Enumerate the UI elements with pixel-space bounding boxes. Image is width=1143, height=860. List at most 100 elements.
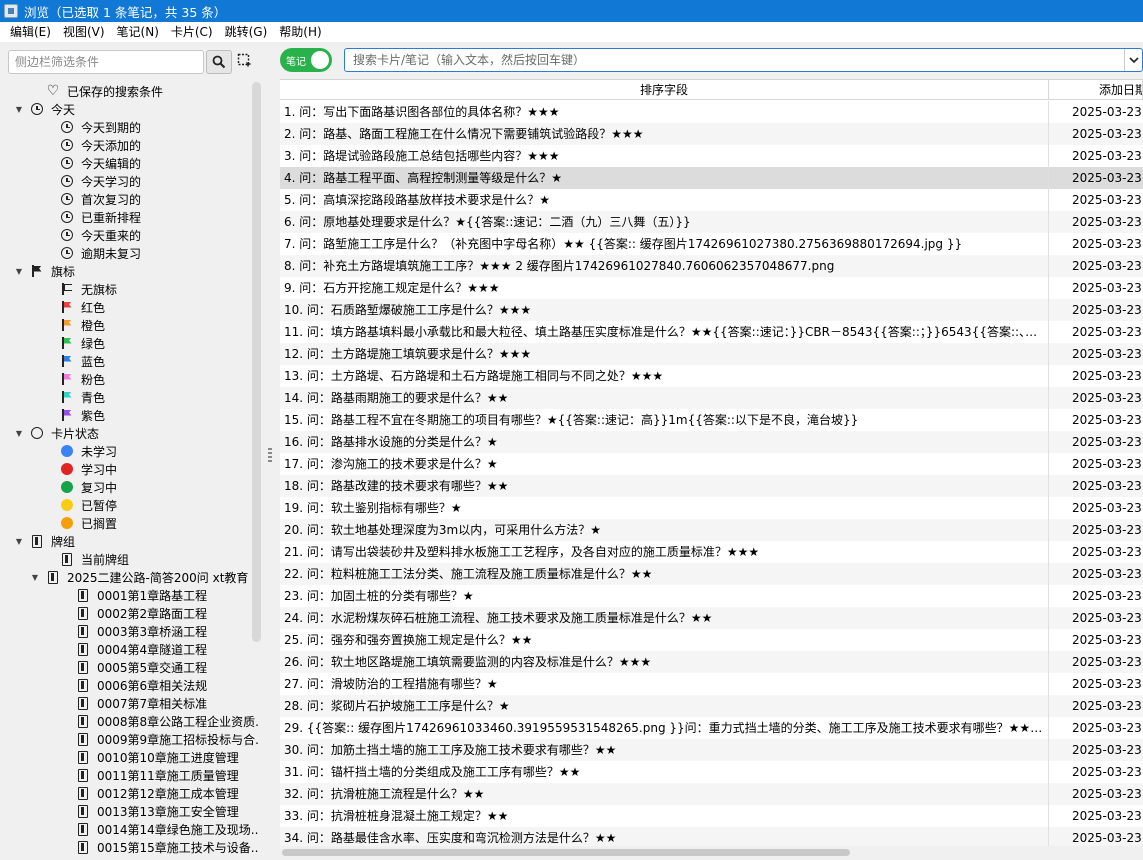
sidebar-item-22[interactable]: 复习中 [60, 478, 117, 496]
expand-arrow-icon[interactable]: ▼ [14, 266, 24, 276]
table-row[interactable]: 32. 问：抗滑桩施工流程是什么？★★ 2025-03-23 [280, 783, 1143, 805]
horizontal-scrollbar[interactable] [280, 846, 1143, 858]
sidebar-item-33[interactable]: 0006第6章相关法规 [76, 676, 207, 694]
sidebar-item-38[interactable]: 0011第11章施工质量管理 [76, 766, 239, 784]
sidebar-item-20[interactable]: 未学习 [60, 442, 117, 460]
table-row[interactable]: 5. 问：高填深挖路段路基放样技术要求是什么？★ 2025-03-23 [280, 189, 1143, 211]
sidebar-item-11[interactable]: 无旗标 [60, 280, 117, 298]
sidebar-item-40[interactable]: 0013第13章施工安全管理 [76, 802, 239, 820]
sidebar-item-4[interactable]: 今天编辑的 [60, 154, 141, 172]
sidebar-item-24[interactable]: 已搁置 [60, 514, 117, 532]
sidebar-item-14[interactable]: 绿色 [60, 334, 105, 352]
table-row[interactable]: 25. 问：强夯和强夯置换施工规定是什么？★★ 2025-03-23 [280, 629, 1143, 651]
select-tool-button[interactable] [236, 52, 254, 70]
menu-item-2[interactable]: 笔记(N) [111, 22, 165, 42]
column-header-sort-field[interactable]: 排序字段 [280, 80, 1049, 100]
table-row[interactable]: 30. 问：加筋土挡土墙的施工工序及施工技术要求有哪些？★★ 2025-03-23 [280, 739, 1143, 761]
sidebar-item-19[interactable]: ▼ 卡片状态 [14, 424, 99, 442]
sidebar-item-36[interactable]: 0009第9章施工招标投标与合... [76, 730, 258, 748]
table-row[interactable]: 9. 问：石方开挖施工规定是什么？★★★ 2025-03-23 [280, 277, 1143, 299]
menu-item-5[interactable]: 帮助(H) [273, 22, 327, 42]
sidebar-search-button[interactable] [206, 50, 232, 74]
table-row[interactable]: 8. 问：补充土方路堤填筑施工工序？★★★ 2 缓存图片174269610278… [280, 255, 1143, 277]
sidebar-item-18[interactable]: 紫色 [60, 406, 105, 424]
sidebar-item-3[interactable]: 今天添加的 [60, 136, 141, 154]
table-row[interactable]: 1. 问：写出下面路基识图各部位的具体名称？★★★ 2025-03-23 [280, 101, 1143, 123]
table-row[interactable]: 33. 问：抗滑桩桩身混凝土施工规定？★★ 2025-03-23 [280, 805, 1143, 827]
sidebar-item-7[interactable]: 已重新排程 [60, 208, 141, 226]
expand-arrow-icon[interactable]: ▼ [30, 572, 40, 582]
sidebar-item-29[interactable]: 0002第2章路面工程 [76, 604, 207, 622]
sidebar-item-13[interactable]: 橙色 [60, 316, 105, 334]
search-input[interactable] [345, 49, 1125, 71]
sidebar-item-5[interactable]: 今天学习的 [60, 172, 141, 190]
expand-arrow-icon[interactable]: ▼ [14, 104, 24, 114]
sidebar-item-26[interactable]: 当前牌组 [60, 550, 129, 568]
table-row[interactable]: 17. 问：渗沟施工的技术要求是什么？★ 2025-03-23 [280, 453, 1143, 475]
sidebar-item-37[interactable]: 0010第10章施工进度管理 [76, 748, 239, 766]
table-row[interactable]: 31. 问：锚杆挡土墙的分类组成及施工工序有哪些？★★ 2025-03-23 [280, 761, 1143, 783]
table-row[interactable]: 2. 问：路基、路面工程施工在什么情况下需要铺筑试验路段？★★★ 2025-03-… [280, 123, 1143, 145]
table-row[interactable]: 6. 问：原地基处理要求是什么？★{{答案::速记：二酒（九）三八舞（五）}} 2… [280, 211, 1143, 233]
table-row[interactable]: 11. 问：填方路基填料最小承载比和最大粒径、填土路基压实度标准是什么？★★{{… [280, 321, 1143, 343]
sidebar-item-0[interactable]: ♡ 已保存的搜索条件 [46, 82, 163, 100]
search-box[interactable] [344, 48, 1143, 72]
table-row[interactable]: 14. 问：路基雨期施工的要求是什么？★★ 2025-03-23 [280, 387, 1143, 409]
sidebar-item-27[interactable]: ▼ 2025二建公路-简答200问 xt教育 [30, 568, 248, 586]
table-row[interactable]: 3. 问：路堤试验路段施工总结包括哪些内容？★★★ 2025-03-23 [280, 145, 1143, 167]
menu-item-0[interactable]: 编辑(E) [4, 22, 57, 42]
table-row[interactable]: 18. 问：路基改建的技术要求有哪些？★★ 2025-03-23 [280, 475, 1143, 497]
sidebar-item-28[interactable]: 0001第1章路基工程 [76, 586, 207, 604]
sidebar-item-12[interactable]: 红色 [60, 298, 105, 316]
sidebar-item-34[interactable]: 0007第7章相关标准 [76, 694, 207, 712]
table-row[interactable]: 23. 问：加固土桩的分类有哪些？★ 2025-03-23 [280, 585, 1143, 607]
table-row[interactable]: 29. {{答案:: 缓存图片17426961033460.3919559531… [280, 717, 1143, 739]
sidebar-item-17[interactable]: 青色 [60, 388, 105, 406]
sidebar-item-23[interactable]: 已暂停 [60, 496, 117, 514]
expand-arrow-icon[interactable]: ▼ [14, 428, 24, 438]
menu-item-1[interactable]: 视图(V) [57, 22, 111, 42]
sidebar-item-35[interactable]: 0008第8章公路工程企业资质... [76, 712, 258, 730]
table-row[interactable]: 16. 问：路基排水设施的分类是什么？★ 2025-03-23 [280, 431, 1143, 453]
search-history-dropdown[interactable] [1124, 49, 1142, 71]
table-row[interactable]: 19. 问：软土鉴别指标有哪些？★ 2025-03-23 [280, 497, 1143, 519]
table-row[interactable]: 20. 问：软土地基处理深度为3m以内，可采用什么方法？★ 2025-03-23 [280, 519, 1143, 541]
notes-cards-toggle[interactable]: 笔记 [280, 48, 332, 72]
table-row[interactable]: 10. 问：石质路堑爆破施工工序是什么？★★★ 2025-03-23 [280, 299, 1143, 321]
table-row[interactable]: 22. 问：粒料桩施工工法分类、施工流程及施工质量标准是什么？★★ 2025-03… [280, 563, 1143, 585]
sidebar-item-32[interactable]: 0005第5章交通工程 [76, 658, 207, 676]
expand-arrow-icon[interactable]: ▼ [14, 536, 24, 546]
column-header-date-added[interactable]: 添加日期 [1049, 80, 1143, 100]
sidebar-item-42[interactable]: 0015第15章施工技术与设备... [76, 838, 258, 856]
horizontal-scrollbar-thumb[interactable] [282, 849, 850, 856]
sidebar-item-21[interactable]: 学习中 [60, 460, 117, 478]
sidebar-item-25[interactable]: ▼ 牌组 [14, 532, 75, 550]
menu-item-4[interactable]: 跳转(G) [219, 22, 274, 42]
sidebar-item-41[interactable]: 0014第14章绿色施工及现场... [76, 820, 258, 838]
sidebar-item-30[interactable]: 0003第3章桥涵工程 [76, 622, 207, 640]
sidebar-filter-input[interactable] [8, 50, 204, 74]
table-row[interactable]: 13. 问：土方路堤、石方路堤和土石方路堤施工相同与不同之处？★★★ 2025-0… [280, 365, 1143, 387]
table-row[interactable]: 28. 问：浆砌片石护坡施工工序是什么？★ 2025-03-23 [280, 695, 1143, 717]
sidebar-item-1[interactable]: ▼ 今天 [14, 100, 75, 118]
sidebar-item-31[interactable]: 0004第4章隧道工程 [76, 640, 207, 658]
table-row[interactable]: 4. 问：路基工程平面、高程控制测量等级是什么？★ 2025-03-23 [280, 167, 1143, 189]
menu-item-3[interactable]: 卡片(C) [165, 22, 219, 42]
sidebar-scrollbar[interactable] [252, 82, 261, 642]
table-row[interactable]: 24. 问：水泥粉煤灰碎石桩施工流程、施工技术要求及施工质量标准是什么？★★ 20… [280, 607, 1143, 629]
sidebar-item-39[interactable]: 0012第12章施工成本管理 [76, 784, 239, 802]
table-row[interactable]: 15. 问：路基工程不宜在冬期施工的项目有哪些？★{{答案::速记：高}}1m{… [280, 409, 1143, 431]
table-row[interactable]: 34. 问：路基最佳含水率、压实度和弯沉检测方法是什么？★★ 2025-03-23 [280, 827, 1143, 846]
sidebar-item-9[interactable]: 逾期未复习 [60, 244, 141, 262]
table-row[interactable]: 26. 问：软土地区路堤施工填筑需要监测的内容及标准是什么？★★★ 2025-03… [280, 651, 1143, 673]
sidebar-item-15[interactable]: 蓝色 [60, 352, 105, 370]
table-row[interactable]: 21. 问：请写出袋装砂井及塑料排水板施工工艺程序，及各自对应的施工质量标准？★… [280, 541, 1143, 563]
sidebar-item-10[interactable]: ▼ 旗标 [14, 262, 75, 280]
sidebar-item-16[interactable]: 粉色 [60, 370, 105, 388]
sidebar-item-2[interactable]: 今天到期的 [60, 118, 141, 136]
table-row[interactable]: 12. 问：土方路堤施工填筑要求是什么？★★★ 2025-03-23 [280, 343, 1143, 365]
table-row[interactable]: 7. 问：路堑施工工序是什么？（补充图中字母名称）★★ {{答案:: 缓存图片1… [280, 233, 1143, 255]
table-row[interactable]: 27. 问：滑坡防治的工程措施有哪些？★ 2025-03-23 [280, 673, 1143, 695]
sidebar-item-6[interactable]: 首次复习的 [60, 190, 141, 208]
sidebar-item-8[interactable]: 今天重来的 [60, 226, 141, 244]
